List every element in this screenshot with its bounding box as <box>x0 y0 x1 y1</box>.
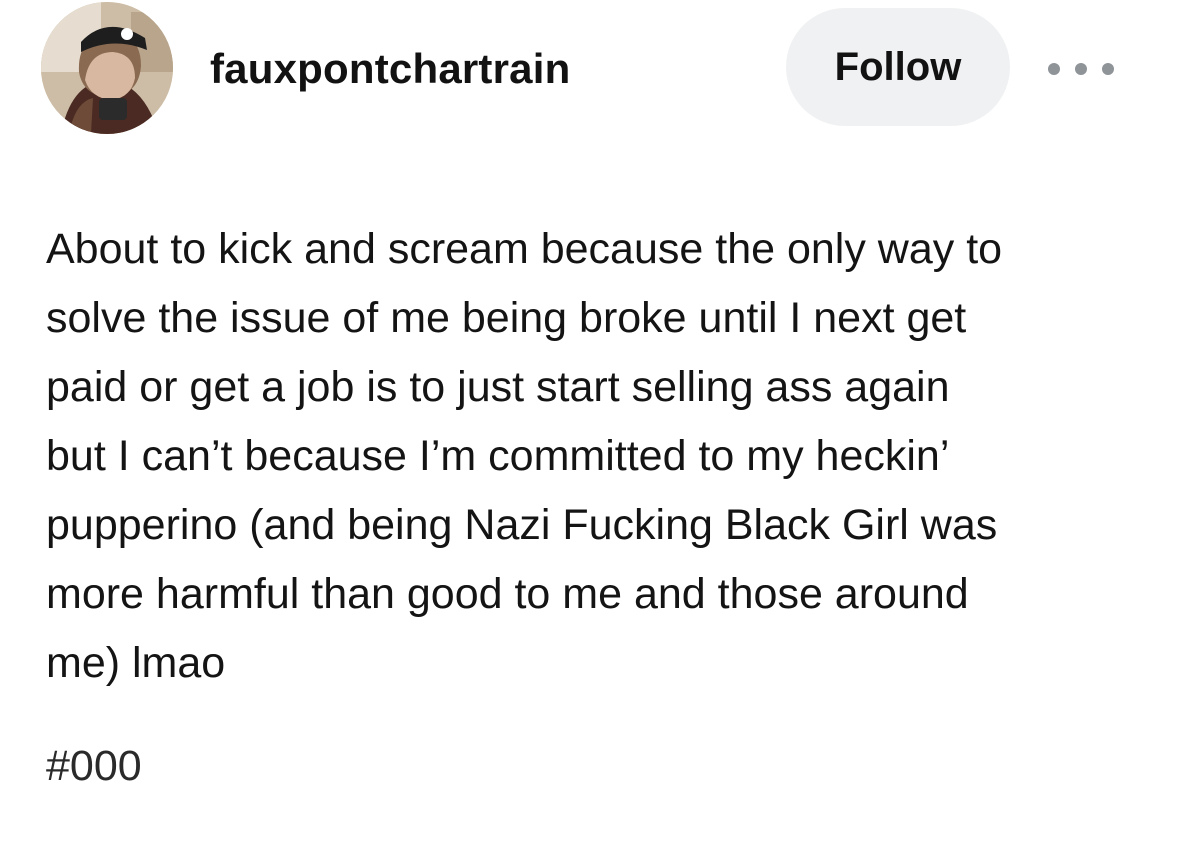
more-options-icon[interactable] <box>1048 52 1114 86</box>
post-body-line: me) lmao <box>46 639 226 687</box>
post-body-line: paid or get a job is to just start selli… <box>46 363 950 411</box>
dot-icon <box>1102 63 1114 75</box>
post-header: fauxpontchartrain Follow <box>0 0 1179 140</box>
username[interactable]: fauxpontchartrain <box>210 44 570 94</box>
post-body-line: About to kick and scream because the onl… <box>46 225 1003 273</box>
post-body-line: more harmful than good to me and those a… <box>46 570 969 618</box>
avatar[interactable] <box>41 2 173 134</box>
post-tag[interactable]: #000 <box>46 736 142 796</box>
follow-button[interactable]: Follow <box>786 8 1010 126</box>
dot-icon <box>1048 63 1060 75</box>
post-body-text: About to kick and scream because the onl… <box>46 215 1156 698</box>
user-avatar-photo-icon <box>41 2 173 134</box>
dot-icon <box>1075 63 1087 75</box>
post-body-line: but I can’t because I’m committed to my … <box>46 432 950 480</box>
post-body-line: solve the issue of me being broke until … <box>46 294 967 342</box>
post-body-line: pupperino (and being Nazi Fucking Black … <box>46 501 998 549</box>
